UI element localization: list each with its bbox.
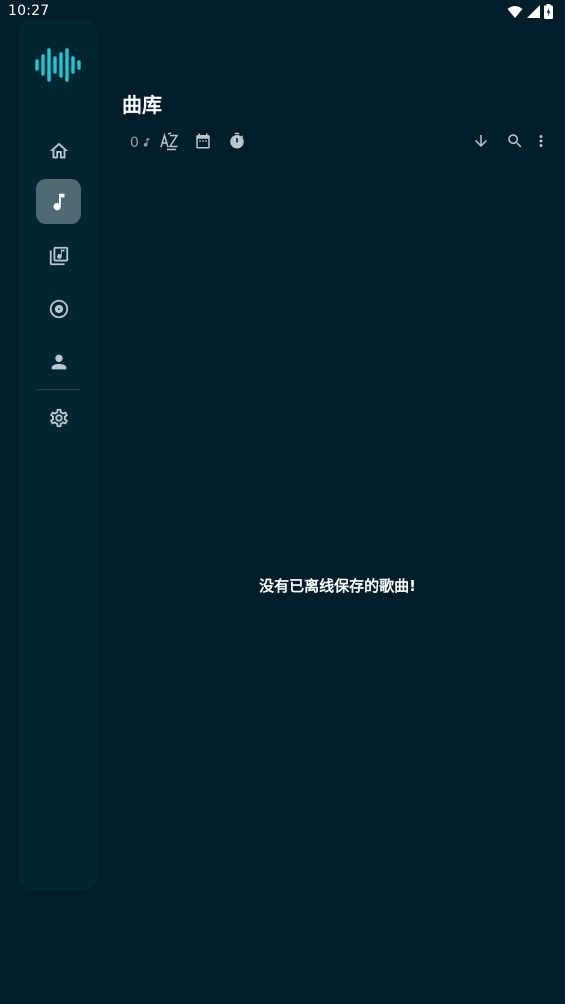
nav-albums[interactable] [36,286,81,331]
artist-icon [48,351,70,373]
nav-artists[interactable] [36,339,81,384]
playlist-icon [48,245,70,267]
navigation-rail [19,19,97,890]
song-count: 0 [128,128,154,158]
rail-divider [36,389,80,390]
home-icon [48,140,70,162]
battery-icon [544,4,553,19]
nav-home[interactable] [36,128,81,173]
sort-az-icon [159,131,179,155]
sort-az-button[interactable] [158,128,180,158]
album-icon [48,298,70,320]
music-note-icon [48,191,70,213]
download-button[interactable] [470,128,492,158]
library-screen: 10:27 曲库 0 没有已离线保存的歌曲! [0,0,565,1004]
search-button[interactable] [504,128,526,158]
status-time: 10:27 [8,3,50,19]
page-title: 曲库 [122,93,162,117]
signal-icon [527,5,540,18]
song-count-value: 0 [130,135,139,151]
sort-date-button[interactable] [192,128,214,158]
wifi-icon [507,5,523,19]
gear-icon [48,407,70,429]
song-count-note-icon [141,134,152,153]
sort-duration-button[interactable] [226,128,248,158]
library-toolbar: 0 [122,128,562,158]
nav-songs[interactable] [36,179,81,224]
download-icon [472,132,490,154]
status-icons [507,4,553,19]
nav-settings[interactable] [36,395,81,440]
empty-state-message: 没有已离线保存的歌曲! [259,577,416,595]
search-icon [506,132,524,154]
waveform-logo [33,45,83,85]
nav-playlists[interactable] [36,233,81,278]
more-vert-icon [532,132,550,154]
timer-icon [228,132,246,154]
calendar-icon [194,132,212,154]
more-options-button[interactable] [532,128,550,158]
